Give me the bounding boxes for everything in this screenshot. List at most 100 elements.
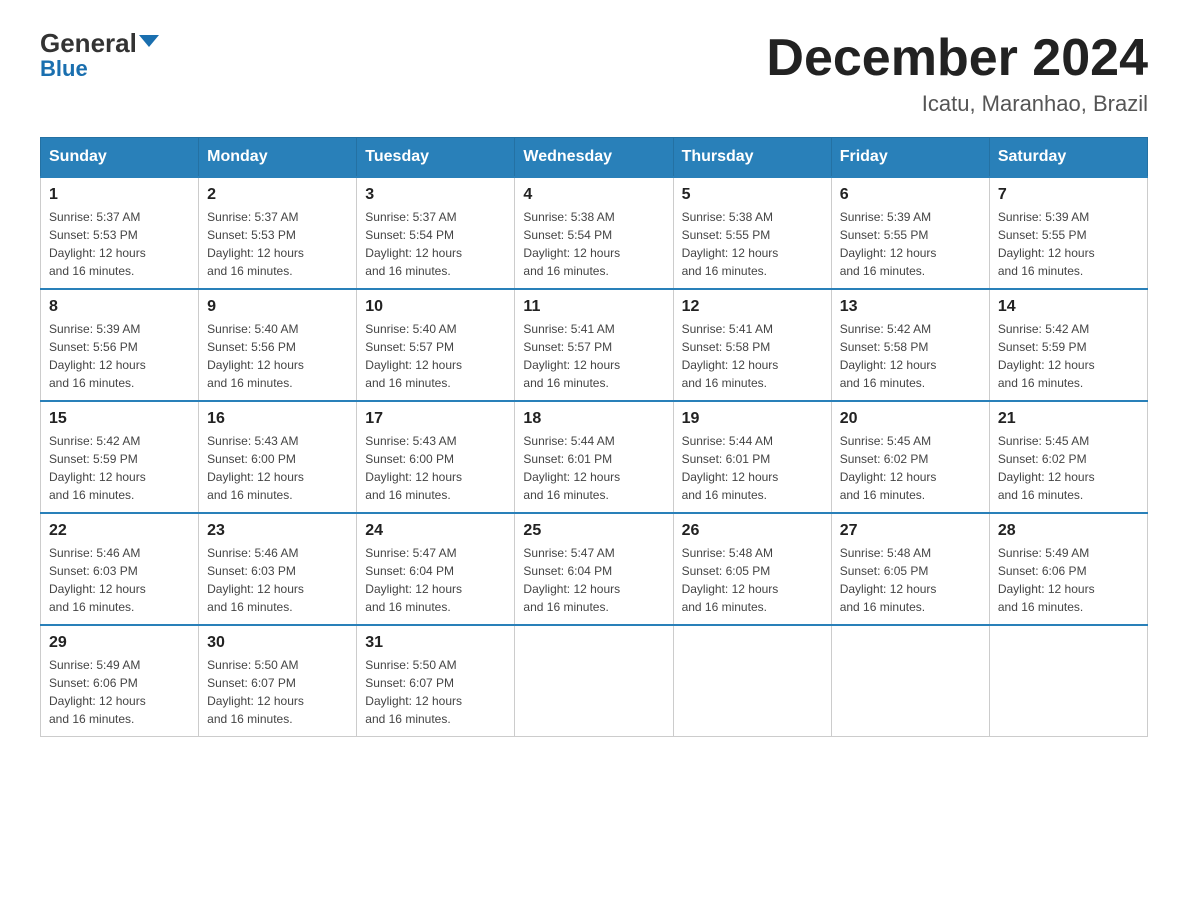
weekday-header-monday: Monday [199, 138, 357, 178]
day-number: 11 [523, 298, 664, 316]
calendar-day-cell: 22Sunrise: 5:46 AM Sunset: 6:03 PM Dayli… [41, 513, 199, 625]
day-info: Sunrise: 5:49 AM Sunset: 6:06 PM Dayligh… [49, 656, 190, 728]
calendar-day-cell: 13 Sunrise: 5:42 AM Sunset: 5:58 PM Dayli… [831, 289, 989, 401]
day-info: Sunrise: 5:46 AM Sunset: 6:03 PM Dayligh… [207, 544, 348, 616]
day-info: Sunrise: 5:41 AM Sunset: 5:57 PM Dayligh… [523, 320, 664, 392]
day-number: 7 [998, 186, 1139, 204]
day-info: Sunrise: 5:43 AM Sunset: 6:00 PM Dayligh… [365, 432, 506, 504]
day-info: Sunrise: 5:39 AM Sunset: 5:56 PM Dayligh… [49, 320, 190, 392]
calendar-day-cell: 5 Sunrise: 5:38 AM Sunset: 5:55 PM Daylig… [673, 177, 831, 289]
day-number: 10 [365, 298, 506, 316]
calendar-day-cell: 29 Sunrise: 5:49 AM Sunset: 6:06 PM Dayli… [41, 625, 199, 737]
day-number: 21 [998, 410, 1139, 428]
calendar-empty-cell [673, 625, 831, 737]
calendar-day-cell: 14 Sunrise: 5:42 AM Sunset: 5:59 PM Dayli… [989, 289, 1147, 401]
day-number: 29 [49, 634, 190, 652]
calendar-day-cell: 15 Sunrise: 5:42 AM Sunset: 5:59 PM Dayli… [41, 401, 199, 513]
weekday-header-sunday: Sunday [41, 138, 199, 178]
month-title: December 2024 [766, 30, 1148, 87]
calendar-day-cell: 4 Sunrise: 5:38 AM Sunset: 5:54 PM Daylig… [515, 177, 673, 289]
calendar-day-cell: 9Sunrise: 5:40 AM Sunset: 5:56 PM Daylig… [199, 289, 357, 401]
calendar-day-cell: 31 Sunrise: 5:50 AM Sunset: 6:07 PM Dayli… [357, 625, 515, 737]
calendar-day-cell: 25 Sunrise: 5:47 AM Sunset: 6:04 PM Dayli… [515, 513, 673, 625]
calendar-empty-cell [831, 625, 989, 737]
day-number: 13 [840, 298, 981, 316]
weekday-header-row: SundayMondayTuesdayWednesdayThursdayFrid… [41, 138, 1148, 178]
calendar-day-cell: 20Sunrise: 5:45 AM Sunset: 6:02 PM Dayli… [831, 401, 989, 513]
title-area: December 2024 Icatu, Maranhao, Brazil [766, 30, 1148, 117]
day-number: 6 [840, 186, 981, 204]
day-number: 31 [365, 634, 506, 652]
day-number: 8 [49, 298, 190, 316]
day-info: Sunrise: 5:47 AM Sunset: 6:04 PM Dayligh… [523, 544, 664, 616]
calendar-day-cell: 23Sunrise: 5:46 AM Sunset: 6:03 PM Dayli… [199, 513, 357, 625]
calendar-day-cell: 6 Sunrise: 5:39 AM Sunset: 5:55 PM Daylig… [831, 177, 989, 289]
calendar-day-cell: 1 Sunrise: 5:37 AM Sunset: 5:53 PM Daylig… [41, 177, 199, 289]
day-number: 12 [682, 298, 823, 316]
day-info: Sunrise: 5:46 AM Sunset: 6:03 PM Dayligh… [49, 544, 190, 616]
day-number: 30 [207, 634, 348, 652]
calendar-table: SundayMondayTuesdayWednesdayThursdayFrid… [40, 137, 1148, 737]
calendar-day-cell: 26 Sunrise: 5:48 AM Sunset: 6:05 PM Dayli… [673, 513, 831, 625]
logo-blue: Blue [40, 56, 88, 82]
day-number: 28 [998, 522, 1139, 540]
calendar-empty-cell [989, 625, 1147, 737]
day-info: Sunrise: 5:44 AM Sunset: 6:01 PM Dayligh… [523, 432, 664, 504]
day-info: Sunrise: 5:48 AM Sunset: 6:05 PM Dayligh… [682, 544, 823, 616]
day-info: Sunrise: 5:50 AM Sunset: 6:07 PM Dayligh… [365, 656, 506, 728]
day-info: Sunrise: 5:38 AM Sunset: 5:54 PM Dayligh… [523, 208, 664, 280]
day-info: Sunrise: 5:39 AM Sunset: 5:55 PM Dayligh… [840, 208, 981, 280]
calendar-day-cell: 24Sunrise: 5:47 AM Sunset: 6:04 PM Dayli… [357, 513, 515, 625]
day-number: 4 [523, 186, 664, 204]
calendar-day-cell: 2 Sunrise: 5:37 AM Sunset: 5:53 PM Daylig… [199, 177, 357, 289]
day-info: Sunrise: 5:48 AM Sunset: 6:05 PM Dayligh… [840, 544, 981, 616]
calendar-week-row: 15 Sunrise: 5:42 AM Sunset: 5:59 PM Dayli… [41, 401, 1148, 513]
calendar-empty-cell [515, 625, 673, 737]
day-number: 2 [207, 186, 348, 204]
calendar-day-cell: 12 Sunrise: 5:41 AM Sunset: 5:58 PM Dayli… [673, 289, 831, 401]
day-info: Sunrise: 5:37 AM Sunset: 5:53 PM Dayligh… [207, 208, 348, 280]
calendar-day-cell: 7Sunrise: 5:39 AM Sunset: 5:55 PM Daylig… [989, 177, 1147, 289]
day-number: 1 [49, 186, 190, 204]
weekday-header-friday: Friday [831, 138, 989, 178]
calendar-day-cell: 3 Sunrise: 5:37 AM Sunset: 5:54 PM Daylig… [357, 177, 515, 289]
day-number: 18 [523, 410, 664, 428]
day-info: Sunrise: 5:49 AM Sunset: 6:06 PM Dayligh… [998, 544, 1139, 616]
location-subtitle: Icatu, Maranhao, Brazil [766, 91, 1148, 117]
day-info: Sunrise: 5:41 AM Sunset: 5:58 PM Dayligh… [682, 320, 823, 392]
calendar-day-cell: 10Sunrise: 5:40 AM Sunset: 5:57 PM Dayli… [357, 289, 515, 401]
calendar-day-cell: 8 Sunrise: 5:39 AM Sunset: 5:56 PM Daylig… [41, 289, 199, 401]
day-number: 5 [682, 186, 823, 204]
day-info: Sunrise: 5:44 AM Sunset: 6:01 PM Dayligh… [682, 432, 823, 504]
day-info: Sunrise: 5:45 AM Sunset: 6:02 PM Dayligh… [998, 432, 1139, 504]
calendar-day-cell: 17 Sunrise: 5:43 AM Sunset: 6:00 PM Dayli… [357, 401, 515, 513]
calendar-week-row: 22Sunrise: 5:46 AM Sunset: 6:03 PM Dayli… [41, 513, 1148, 625]
calendar-day-cell: 16Sunrise: 5:43 AM Sunset: 6:00 PM Dayli… [199, 401, 357, 513]
day-info: Sunrise: 5:42 AM Sunset: 5:58 PM Dayligh… [840, 320, 981, 392]
calendar-week-row: 1 Sunrise: 5:37 AM Sunset: 5:53 PM Daylig… [41, 177, 1148, 289]
calendar-day-cell: 27Sunrise: 5:48 AM Sunset: 6:05 PM Dayli… [831, 513, 989, 625]
day-number: 14 [998, 298, 1139, 316]
day-number: 26 [682, 522, 823, 540]
day-info: Sunrise: 5:37 AM Sunset: 5:54 PM Dayligh… [365, 208, 506, 280]
weekday-header-saturday: Saturday [989, 138, 1147, 178]
day-info: Sunrise: 5:42 AM Sunset: 5:59 PM Dayligh… [49, 432, 190, 504]
calendar-day-cell: 30 Sunrise: 5:50 AM Sunset: 6:07 PM Dayli… [199, 625, 357, 737]
day-number: 16 [207, 410, 348, 428]
day-info: Sunrise: 5:37 AM Sunset: 5:53 PM Dayligh… [49, 208, 190, 280]
logo-arrow-icon [139, 35, 159, 47]
weekday-header-wednesday: Wednesday [515, 138, 673, 178]
logo-general: General [40, 30, 159, 56]
day-number: 15 [49, 410, 190, 428]
day-info: Sunrise: 5:42 AM Sunset: 5:59 PM Dayligh… [998, 320, 1139, 392]
day-number: 3 [365, 186, 506, 204]
calendar-day-cell: 18 Sunrise: 5:44 AM Sunset: 6:01 PM Dayli… [515, 401, 673, 513]
day-info: Sunrise: 5:38 AM Sunset: 5:55 PM Dayligh… [682, 208, 823, 280]
day-info: Sunrise: 5:50 AM Sunset: 6:07 PM Dayligh… [207, 656, 348, 728]
day-number: 17 [365, 410, 506, 428]
weekday-header-thursday: Thursday [673, 138, 831, 178]
calendar-day-cell: 28 Sunrise: 5:49 AM Sunset: 6:06 PM Dayli… [989, 513, 1147, 625]
page-header: General Blue December 2024 Icatu, Maranh… [40, 30, 1148, 117]
day-number: 25 [523, 522, 664, 540]
day-number: 19 [682, 410, 823, 428]
